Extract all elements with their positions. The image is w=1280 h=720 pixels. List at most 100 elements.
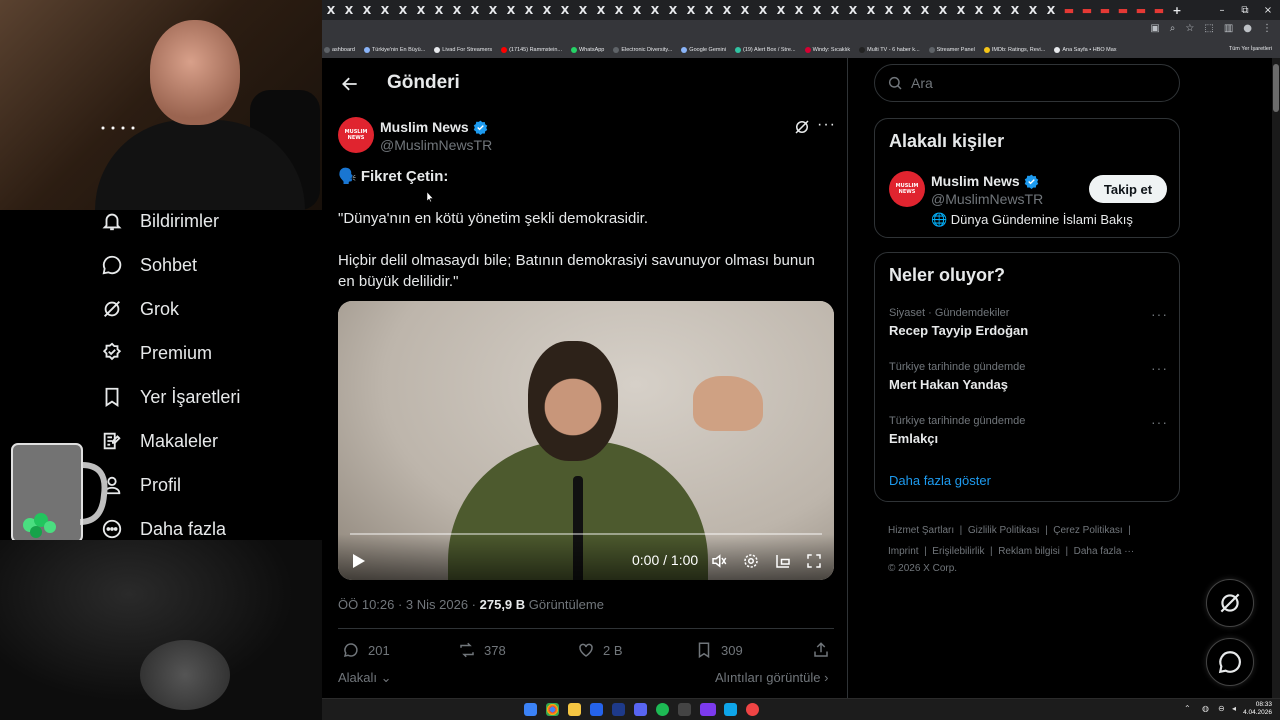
reply-button[interactable]: 201 — [342, 641, 390, 659]
play-icon[interactable] — [350, 553, 366, 569]
fullscreen-icon[interactable] — [805, 552, 823, 570]
person-name[interactable]: Muslim News — [931, 173, 1039, 189]
tray-app-icon[interactable]: ◍ — [1202, 704, 1209, 713]
settings-gear-icon[interactable] — [742, 552, 760, 570]
system-clock[interactable]: 08:33 4.04.2026 — [1243, 701, 1272, 717]
trend-item[interactable]: Mert Hakan Yandaş — [889, 377, 1008, 392]
trend-item[interactable]: Recep Tayyip Erdoğan — [889, 323, 1028, 338]
volume-icon[interactable] — [710, 552, 728, 570]
back-button[interactable] — [338, 72, 362, 96]
nav-notifications[interactable]: Bildirimler — [100, 209, 219, 233]
browser-tab[interactable]: X — [412, 0, 430, 20]
extensions-icon[interactable]: ⬚ — [1204, 23, 1213, 34]
browser-tab[interactable]: X — [484, 0, 502, 20]
menu-icon[interactable]: ⋮ — [1262, 23, 1272, 34]
chrome-icon[interactable] — [546, 703, 559, 716]
page-scrollbar[interactable] — [1272, 58, 1280, 698]
minimize-button[interactable]: – — [1210, 0, 1234, 20]
browser-tab[interactable]: X — [538, 0, 556, 20]
star-icon[interactable]: ☆ — [1185, 23, 1194, 34]
post-timestamp[interactable]: ÖÖ 10:26 · 3 Nis 2026 · — [338, 597, 480, 612]
app-icon[interactable] — [590, 703, 603, 716]
browser-tab[interactable]: X — [664, 0, 682, 20]
search-input[interactable]: Ara — [874, 64, 1180, 102]
browser-tab[interactable]: X — [808, 0, 826, 20]
browser-tab[interactable]: X — [430, 0, 448, 20]
footer-line[interactable]: Imprint | Erişilebilirlik | Reklam bilgi… — [888, 541, 1158, 562]
browser-tab[interactable]: X — [916, 0, 934, 20]
nav-bookmarks[interactable]: Yer İşaretleri — [100, 385, 240, 409]
install-icon[interactable]: ▣ — [1150, 23, 1159, 34]
browser-tab[interactable]: X — [1024, 0, 1042, 20]
nav-articles[interactable]: Makaleler — [100, 429, 218, 453]
nav-profile[interactable]: Profil — [100, 473, 181, 497]
browser-tab[interactable]: X — [1042, 0, 1060, 20]
share-button[interactable] — [812, 641, 830, 659]
browser-tab[interactable]: X — [1006, 0, 1024, 20]
related-dropdown[interactable]: Alakalı ⌄ — [338, 670, 392, 686]
sidepanel-icon[interactable]: ▥ — [1224, 23, 1233, 34]
windows-start-icon[interactable] — [524, 703, 537, 716]
browser-tab[interactable]: X — [520, 0, 538, 20]
nav-chat[interactable]: Sohbet — [100, 253, 197, 277]
bookmark-item[interactable]: Livad For Streamers — [434, 47, 492, 53]
browser-tab[interactable]: X — [898, 0, 916, 20]
video-progress-bar[interactable] — [350, 533, 822, 535]
browser-tab[interactable]: X — [358, 0, 376, 20]
footer-line[interactable]: Hizmet Şartları | Gizlilik Politikası | … — [888, 520, 1158, 541]
browser-tab[interactable]: X — [970, 0, 988, 20]
browser-tab[interactable]: X — [790, 0, 808, 20]
pip-icon[interactable] — [774, 552, 792, 570]
bookmark-item[interactable]: WhatsApp — [570, 47, 604, 53]
browser-tab[interactable]: X — [574, 0, 592, 20]
tray-chevron-icon[interactable]: ⌃ — [1184, 704, 1191, 713]
browser-tab[interactable]: X — [718, 0, 736, 20]
bookmark-item[interactable]: Türkiye'nin En Büyü... — [363, 47, 425, 53]
browser-tab[interactable]: ▬ — [1114, 0, 1132, 20]
bookmark-item[interactable]: Streamer Panel — [928, 47, 975, 53]
app-icon[interactable] — [700, 703, 716, 716]
bookmark-item[interactable]: Google Gemini — [681, 47, 726, 53]
tweet-video[interactable]: 0:00 / 1:00 — [338, 301, 834, 580]
browser-tab[interactable]: X — [556, 0, 574, 20]
like-button[interactable]: 2 B — [577, 641, 623, 659]
app-icon[interactable] — [678, 703, 691, 716]
browser-tab[interactable]: X — [772, 0, 790, 20]
trend-item[interactable]: Emlakçı — [889, 431, 938, 446]
network-icon[interactable]: ⊖ — [1218, 704, 1225, 713]
bookmark-item[interactable]: (17145) Rammstein... — [501, 47, 562, 53]
author-handle[interactable]: @MuslimNewsTR — [380, 137, 492, 153]
browser-tab[interactable]: X — [340, 0, 358, 20]
nav-grok[interactable]: Grok — [100, 297, 179, 321]
browser-tab[interactable]: X — [934, 0, 952, 20]
volume-tray-icon[interactable]: ◂ — [1232, 704, 1236, 713]
scrollbar-thumb[interactable] — [1273, 64, 1279, 112]
maximize-button[interactable]: ⧉ — [1233, 0, 1257, 20]
all-bookmarks-button[interactable]: Tüm Yer İşaretleri — [1229, 46, 1272, 52]
browser-tab[interactable]: X — [682, 0, 700, 20]
view-quotes-link[interactable]: Alıntıları görüntüle › — [715, 670, 828, 685]
person-avatar[interactable]: MUSLIM NEWS — [889, 171, 925, 207]
app-icon[interactable] — [724, 703, 737, 716]
browser-tab[interactable]: X — [322, 0, 340, 20]
show-more-link[interactable]: Daha fazla göster — [889, 473, 991, 488]
profile-avatar-icon[interactable]: ● — [1243, 23, 1252, 34]
browser-tab[interactable]: X — [952, 0, 970, 20]
browser-tab[interactable]: X — [628, 0, 646, 20]
browser-tab[interactable]: X — [880, 0, 898, 20]
browser-tab[interactable]: ▬ — [1132, 0, 1150, 20]
bookmark-item[interactable]: Multi TV - 6 haber k... — [859, 47, 920, 53]
spotify-icon[interactable] — [656, 703, 669, 716]
browser-tab[interactable]: X — [376, 0, 394, 20]
trend-more-icon[interactable]: ··· — [1151, 414, 1168, 430]
repost-button[interactable]: 378 — [458, 641, 506, 659]
browser-tab[interactable]: X — [502, 0, 520, 20]
browser-tab[interactable]: X — [394, 0, 412, 20]
zoom-icon[interactable]: ⌕ — [1170, 23, 1176, 34]
bookmark-item[interactable]: ashboard — [324, 47, 355, 53]
steam-icon[interactable] — [612, 703, 625, 716]
browser-tab[interactable]: X — [736, 0, 754, 20]
nav-premium[interactable]: Premium — [100, 341, 212, 365]
author-name[interactable]: Muslim News — [380, 119, 488, 135]
discord-icon[interactable] — [634, 703, 647, 716]
